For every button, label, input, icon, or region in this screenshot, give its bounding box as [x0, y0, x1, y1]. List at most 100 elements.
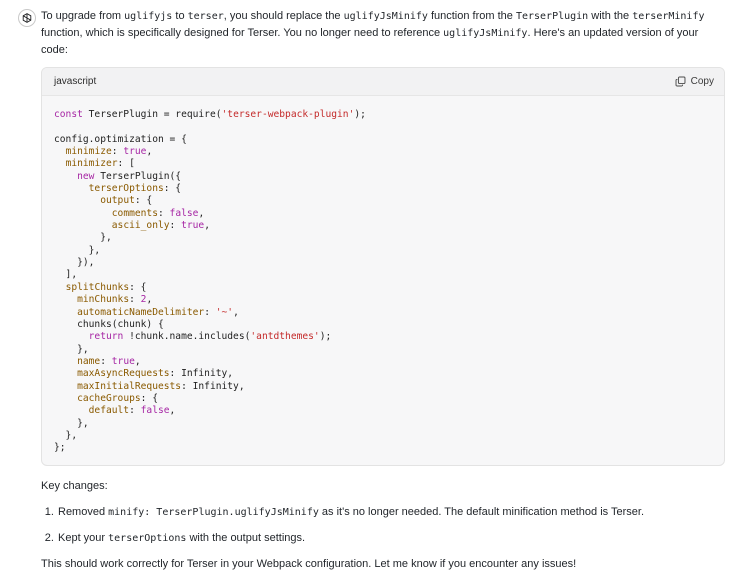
code-token: :: [169, 220, 182, 232]
change-text: as it's no longer needed. The default mi…: [318, 505, 645, 518]
code-token: output: [100, 195, 135, 207]
change-text: Kept your: [58, 531, 109, 544]
code-token: true: [123, 146, 147, 158]
code-token: const: [54, 109, 89, 120]
code-token: '~': [215, 306, 234, 318]
code-token: : Infinity,: [181, 380, 245, 392]
code-line: const TerserPlugin = require('terser-web…: [54, 109, 366, 120]
code-token: :: [157, 207, 170, 219]
code-token: :: [129, 405, 141, 417]
code-token: true: [181, 220, 205, 232]
assistant-message: To upgrade from uglifyjs to terser, you …: [41, 8, 725, 582]
code-line: maxInitialRequests: Infinity,: [54, 381, 245, 392]
code-token: 'terser-webpack-plugin': [221, 109, 355, 120]
code-token: ,: [146, 146, 153, 158]
code-token: terserOptions: [88, 183, 164, 195]
code-line: comments: false,: [54, 208, 204, 219]
code-token: ,: [233, 306, 239, 318]
inline-code: uglifyJsMinify: [343, 11, 428, 22]
code-token: chunks(chunk) {: [54, 318, 164, 330]
code-token: name: [77, 355, 101, 367]
code-token: }),: [54, 257, 95, 269]
code-token: : [: [117, 158, 135, 170]
inline-code: uglifyjs: [124, 11, 173, 22]
code-token: : {: [140, 392, 158, 404]
code-line: minimizer: [: [54, 158, 135, 169]
code-line: return !chunk.name.includes('antdthemes'…: [54, 331, 332, 343]
intro-text: with the: [588, 10, 633, 22]
code-token: return: [88, 331, 130, 343]
key-changes-heading: Key changes:: [41, 479, 108, 492]
code-line: }),: [54, 257, 94, 268]
code-token: ascii_only: [111, 220, 170, 232]
intro-text: function from the: [427, 10, 516, 22]
code-token: },: [54, 429, 78, 441]
code-token: maxInitialRequests: [77, 380, 182, 392]
intro-text: to: [172, 10, 188, 22]
code-token: : {: [134, 195, 153, 207]
code-token: );: [319, 331, 332, 343]
code-line: chunks(chunk) {: [54, 319, 164, 330]
code-token: :: [111, 146, 124, 158]
code-token: minimizer: [65, 158, 118, 170]
inline-code: minify: TerserPlugin.uglifyJsMinify: [108, 506, 319, 518]
code-token: minChunks: [77, 294, 130, 306]
code-token: minimize: [65, 146, 112, 158]
copy-icon: [675, 76, 686, 87]
code-token: :: [129, 294, 141, 306]
code-token: };: [54, 442, 66, 454]
code-line: ascii_only: true,: [54, 220, 210, 231]
code-line: cacheGroups: {: [54, 393, 158, 404]
intro-text: function, which is specifically designed…: [41, 27, 444, 39]
code-token: 'antdthemes': [250, 331, 320, 343]
code-token: :: [100, 355, 112, 367]
code-token: false: [140, 405, 170, 417]
copy-code-button[interactable]: Copy: [675, 73, 714, 90]
key-changes-section: Key changes: Removed minify: TerserPlugi…: [41, 478, 725, 573]
code-token: ,: [134, 355, 141, 367]
code-token: },: [54, 417, 89, 429]
code-token: new: [77, 170, 101, 182]
code-token: cacheGroups: [77, 392, 141, 404]
code-line: },: [54, 344, 89, 355]
code-content: const TerserPlugin = require('terser-web…: [42, 96, 724, 465]
code-token: true: [111, 355, 135, 367]
inline-code: terser: [187, 11, 224, 22]
code-token: TerserPlugin({: [100, 170, 182, 182]
code-token: config.optimization = {: [54, 133, 187, 145]
changes-list: Removed minify: TerserPlugin.uglifyJsMin…: [41, 504, 725, 547]
code-token: splitChunks: [65, 281, 130, 293]
code-token: },: [54, 232, 112, 244]
change-text: with the output settings.: [186, 531, 306, 544]
inline-code: terserOptions: [108, 532, 187, 544]
code-token: !chunk.name.includes(: [129, 331, 251, 343]
openai-logo-icon: [22, 13, 32, 23]
copy-label: Copy: [690, 76, 714, 87]
code-line: },: [54, 418, 89, 429]
code-token: maxAsyncRequests: [77, 368, 170, 380]
code-line: config.optimization = {: [54, 134, 187, 145]
code-language-label: javascript: [54, 76, 97, 87]
inline-code: terserMinify: [632, 11, 705, 22]
closing-paragraph: This should work correctly for Terser in…: [41, 557, 577, 570]
code-line: };: [54, 442, 66, 453]
code-line: name: true,: [54, 356, 141, 367]
code-token: ,: [198, 207, 205, 219]
code-line: terserOptions: {: [54, 183, 181, 194]
code-token: TerserPlugin = require(: [88, 109, 222, 120]
code-token: default: [88, 405, 130, 417]
code-block: javascript Copy const TerserPlugin = req…: [41, 67, 725, 466]
